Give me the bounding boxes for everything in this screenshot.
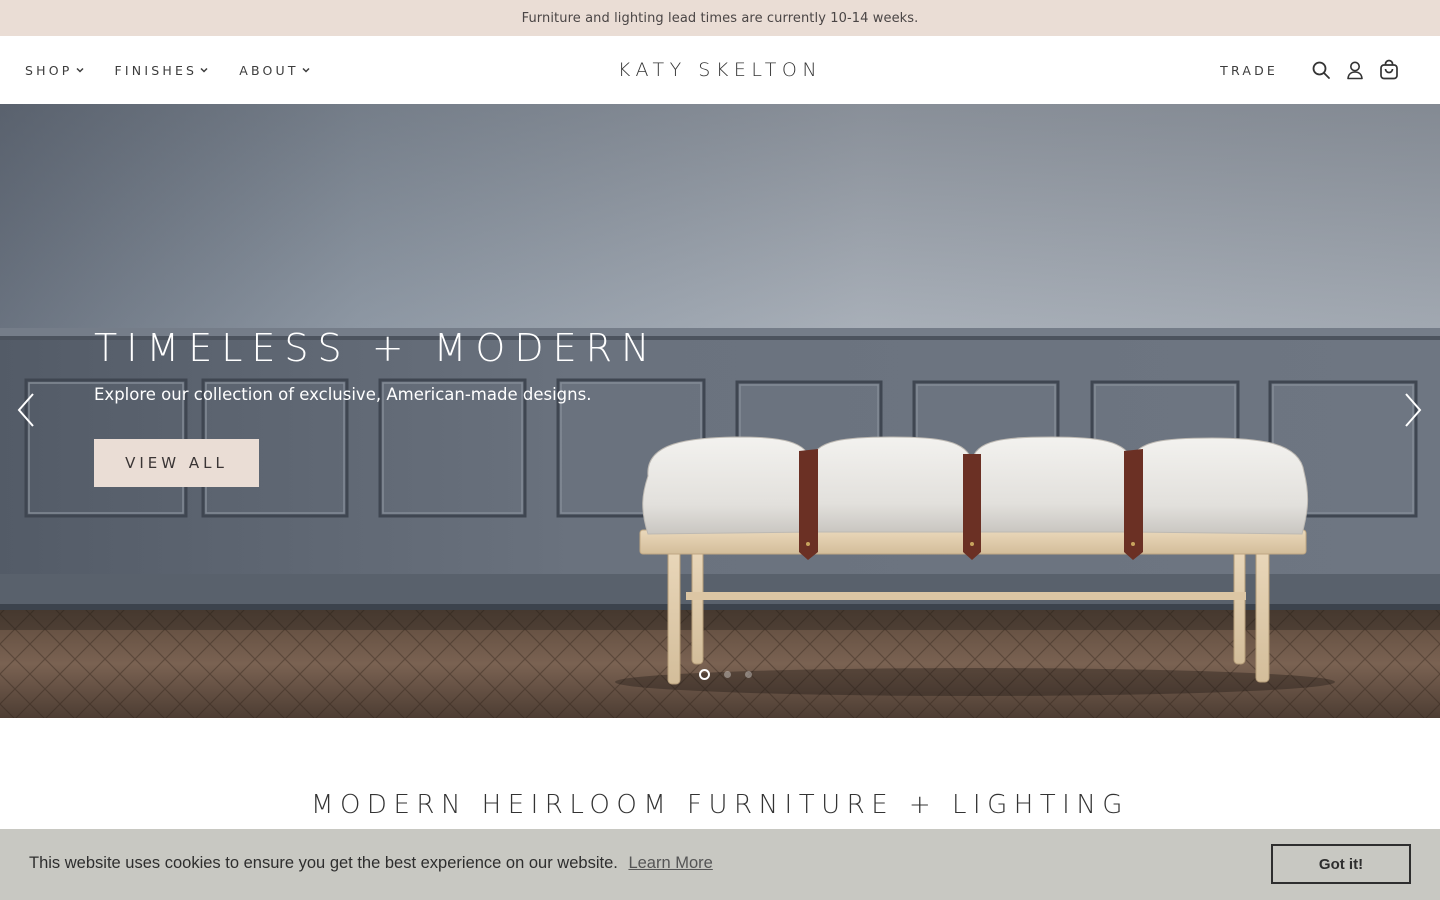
nav-item-shop[interactable]: SHOP <box>25 63 85 78</box>
previous-slide-button[interactable] <box>14 392 38 428</box>
view-all-label: VIEW ALL <box>125 454 228 472</box>
header-utilities: TRADE <box>1220 36 1400 104</box>
cookie-accept-button[interactable]: Got it! <box>1271 844 1411 884</box>
hero-slideshow: TIMELESS + MODERN Explore our collection… <box>0 104 1440 718</box>
slide-pagination <box>692 669 759 680</box>
nav-item-label: ABOUT <box>239 62 299 78</box>
hero-title: TIMELESS + MODERN <box>94 326 659 370</box>
learn-more-link[interactable]: Learn More <box>628 854 712 872</box>
chevron-down-icon <box>200 67 208 73</box>
next-slide-button[interactable] <box>1401 392 1425 428</box>
nav-item-label: FINISHES <box>114 62 198 78</box>
slide-dot-3[interactable] <box>745 671 752 678</box>
account-icon[interactable] <box>1344 59 1366 81</box>
cookie-message-row: This website uses cookies to ensure you … <box>29 854 713 873</box>
nav-item-label: SHOP <box>25 62 73 78</box>
chevron-left-icon <box>17 393 34 427</box>
announcement-bar: Furniture and lighting lead times are cu… <box>0 0 1440 36</box>
cookie-banner: This website uses cookies to ensure you … <box>0 829 1440 900</box>
nav-item-finishes[interactable]: FINISHES <box>115 63 210 78</box>
trade-link[interactable]: TRADE <box>1220 63 1278 78</box>
cookie-message: This website uses cookies to ensure you … <box>29 854 618 872</box>
view-all-button[interactable]: VIEW ALL <box>94 439 259 487</box>
cart-icon[interactable] <box>1378 59 1400 81</box>
slide-dot-1[interactable] <box>699 669 710 680</box>
nav-item-about[interactable]: ABOUT <box>239 63 311 78</box>
cookie-accept-label: Got it! <box>1318 855 1364 873</box>
chevron-right-icon <box>1405 393 1422 427</box>
search-icon[interactable] <box>1310 59 1332 81</box>
hero-image <box>0 104 1440 718</box>
announcement-text: Furniture and lighting lead times are cu… <box>521 10 919 26</box>
site-logo[interactable]: KATY SKELTON <box>560 36 880 104</box>
section-heading: MODERN HEIRLOOM FURNITURE + LIGHTING <box>311 790 1129 820</box>
site-header: SHOP FINISHES ABOUT KATY SKELTON TRADE <box>0 36 1440 104</box>
hero-subtitle: Explore our collection of exclusive, Ame… <box>94 385 592 404</box>
chevron-down-icon <box>302 67 310 73</box>
slide-dot-2[interactable] <box>724 671 731 678</box>
logo-text: KATY SKELTON <box>617 59 823 81</box>
chevron-down-icon <box>75 67 84 73</box>
main-nav: SHOP FINISHES ABOUT <box>25 36 341 104</box>
